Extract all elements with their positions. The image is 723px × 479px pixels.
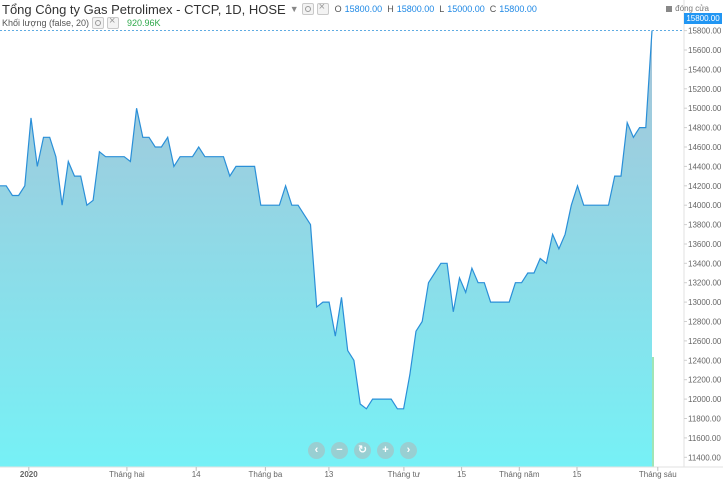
y-tick-label: 14200.00 — [688, 182, 722, 191]
chart-header: Tổng Công ty Gas Petrolimex - CTCP, 1D, … — [0, 1, 690, 17]
y-tick-label: 12000.00 — [688, 395, 722, 404]
high-value: 15800.00 — [396, 4, 435, 14]
volume-settings-icon[interactable] — [91, 17, 104, 29]
volume-study-label[interactable]: Khối lượng (false, 20) — [0, 18, 89, 28]
close-value: 15800.00 — [499, 4, 537, 14]
low-key: L — [439, 4, 445, 14]
volume-value: 920.96K — [126, 18, 161, 28]
settings-icon[interactable] — [301, 3, 314, 15]
y-tick-label: 13400.00 — [688, 259, 722, 268]
y-tick-label: 15800.00 — [688, 27, 722, 36]
y-tick-label: 15400.00 — [688, 65, 722, 74]
low-value: 15000.00 — [447, 4, 485, 14]
y-tick-label: 12800.00 — [688, 318, 722, 327]
legend: đóng cửa — [666, 4, 709, 13]
y-tick-label: 15600.00 — [688, 46, 722, 55]
close-icon[interactable] — [316, 1, 329, 15]
y-tick-label: 14600.00 — [688, 143, 722, 152]
time-axis[interactable]: 2020 Tháng hai 14 Tháng ba 13 Tháng tư 15 Tháng… — [20, 467, 677, 479]
scroll-right-button[interactable]: › — [400, 442, 417, 459]
y-tick-label: 14800.00 — [688, 124, 722, 133]
scroll-left-button[interactable]: ‹ — [308, 442, 325, 459]
close-key: C — [489, 4, 497, 14]
y-tick-label: 15200.00 — [688, 85, 722, 94]
chevron-down-icon[interactable]: ▼ — [290, 4, 299, 14]
zoom-in-button[interactable]: + — [377, 442, 394, 459]
x-tick-label: 15 — [457, 470, 466, 479]
y-tick-label: 12200.00 — [688, 376, 722, 385]
open-value: 15800.00 — [344, 4, 383, 14]
ohlc-values: O 15800.00 H 15800.00 L 15000.00 C 15800.00 — [335, 4, 539, 14]
x-tick-label: Tháng tư — [388, 470, 421, 479]
y-tick-label: 11600.00 — [688, 434, 721, 443]
x-tick-label: 2020 — [20, 470, 38, 479]
high-key: H — [387, 4, 394, 14]
x-tick-label: 13 — [324, 470, 333, 479]
price-area — [0, 30, 652, 467]
chart-navigation: ‹ − ↻ + › — [308, 442, 417, 459]
x-tick-label: Tháng năm — [499, 470, 540, 479]
volume-study-header: Khối lượng (false, 20) 920.96K — [0, 15, 300, 29]
y-tick-label: 11400.00 — [688, 453, 721, 462]
zoom-out-button[interactable]: − — [331, 442, 348, 459]
x-tick-label: Tháng hai — [109, 470, 145, 479]
price-axis[interactable]: 11400.00 11600.00 11800.00 12000.00 12200.00… — [684, 27, 722, 463]
y-tick-label: 13200.00 — [688, 279, 722, 288]
x-tick-label: 14 — [192, 470, 201, 479]
open-key: O — [334, 4, 342, 14]
reset-button[interactable]: ↻ — [354, 442, 371, 459]
y-tick-label: 12400.00 — [688, 356, 722, 365]
volume-close-icon[interactable] — [106, 15, 119, 29]
y-tick-label: 14400.00 — [688, 162, 722, 171]
y-tick-label: 14000.00 — [688, 201, 722, 210]
symbol-title[interactable]: Tổng Công ty Gas Petrolimex - CTCP, 1D, … — [0, 2, 286, 17]
last-price-tag: 15800.00 — [684, 13, 722, 24]
x-tick-label: Tháng sáu — [639, 470, 677, 479]
y-tick-label: 13800.00 — [688, 221, 722, 230]
legend-swatch-icon — [666, 5, 673, 12]
y-tick-label: 15000.00 — [688, 104, 722, 113]
y-tick-label: 13000.00 — [688, 298, 722, 307]
x-tick-label: 15 — [573, 470, 582, 479]
legend-label: đóng cửa — [675, 4, 709, 13]
x-tick-label: Tháng ba — [248, 470, 282, 479]
y-tick-label: 12600.00 — [688, 337, 722, 346]
y-tick-label: 13600.00 — [688, 240, 722, 249]
y-tick-label: 11800.00 — [688, 415, 721, 424]
price-chart[interactable]: 11400.00 11600.00 11800.00 12000.00 12200.00… — [0, 0, 723, 479]
